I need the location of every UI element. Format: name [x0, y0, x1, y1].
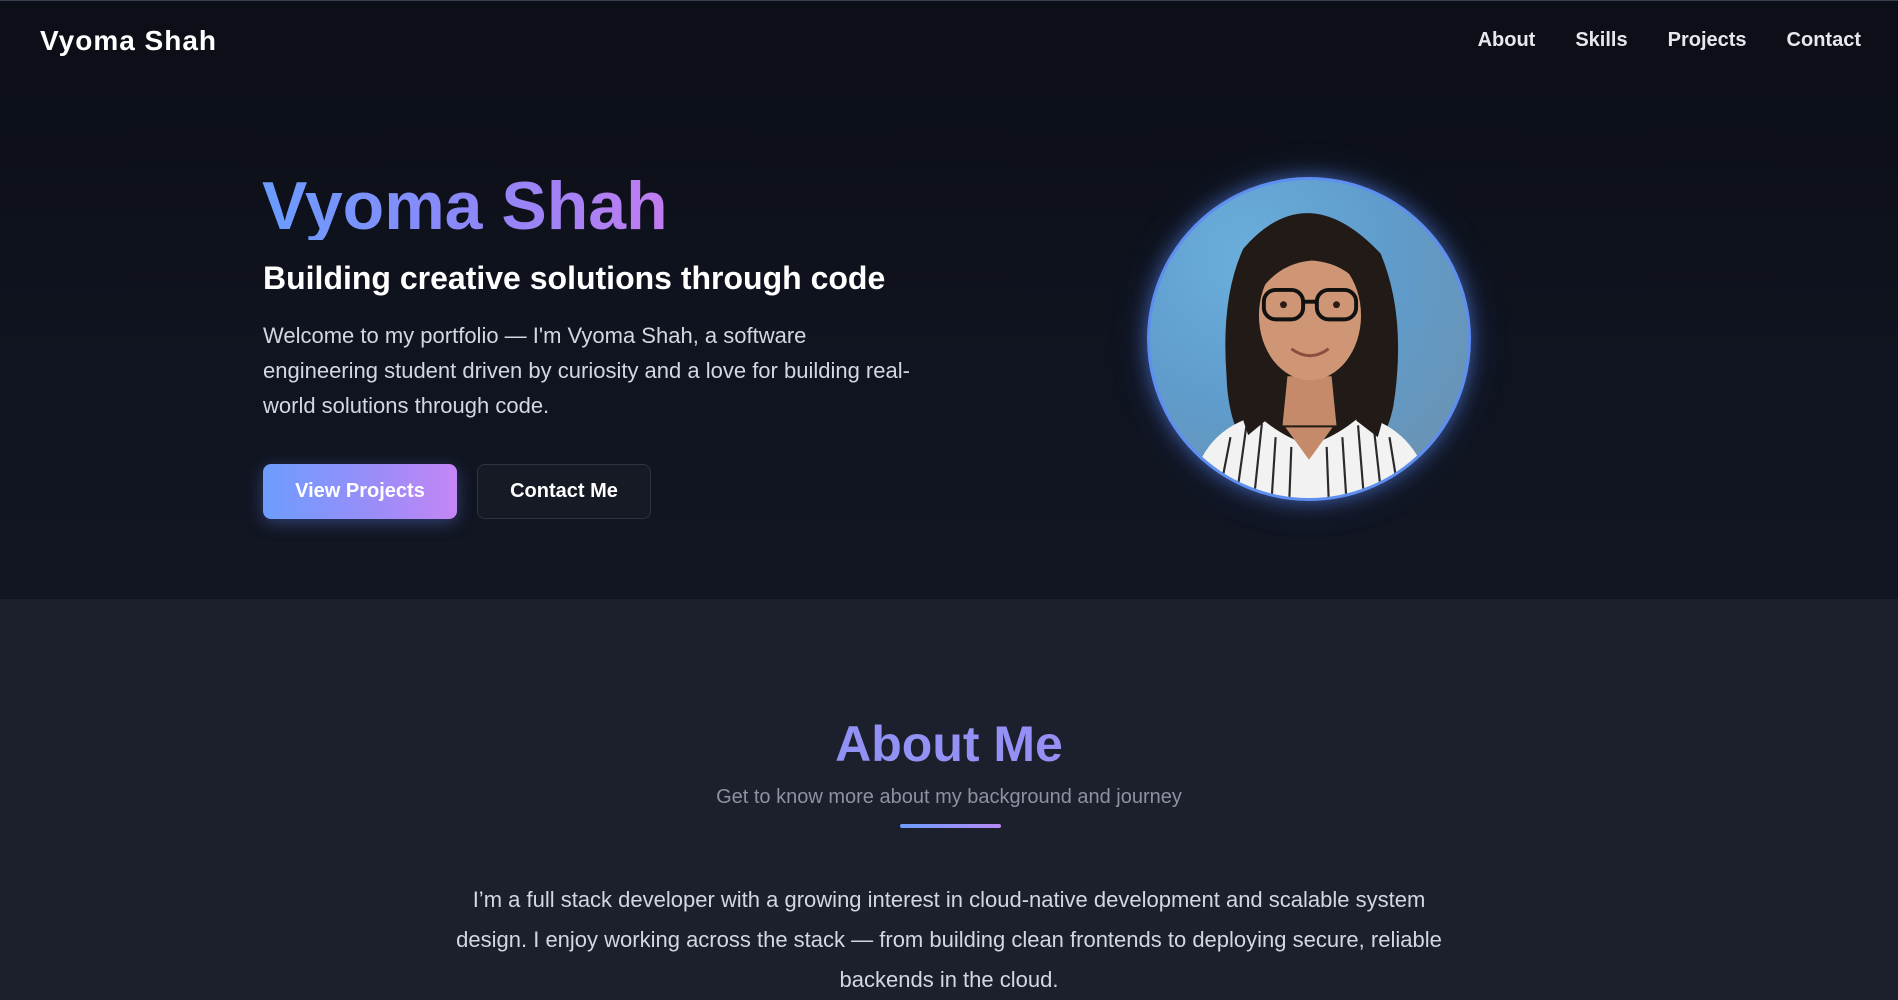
brand-logo[interactable]: Vyoma Shah	[40, 25, 217, 57]
nav-link-projects[interactable]: Projects	[1668, 29, 1747, 52]
view-projects-button[interactable]: View Projects	[263, 464, 457, 519]
nav-link-skills[interactable]: Skills	[1575, 29, 1627, 52]
about-text: I’m a full stack developer with a growin…	[456, 887, 1442, 992]
main-nav: About Skills Projects Contact	[1478, 29, 1861, 52]
hero-tagline: Building creative solutions through code	[263, 260, 886, 296]
hero-intro: Welcome to my portfolio — I'm Vyoma Shah…	[263, 323, 910, 418]
about-subtitle: Get to know more about my background and…	[716, 786, 1182, 808]
hero-section: Vyoma Shah Building creative solutions t…	[0, 80, 1898, 599]
about-section: About Me Get to know more about my backg…	[0, 599, 1898, 992]
about-divider	[900, 824, 1001, 828]
about-title: About Me	[0, 719, 1898, 769]
site-header: Vyoma Shah About Skills Projects Contact	[0, 1, 1898, 80]
person-portrait-icon	[1189, 213, 1433, 498]
contact-me-button[interactable]: Contact Me	[477, 464, 651, 519]
nav-link-contact[interactable]: Contact	[1787, 29, 1861, 52]
hero-name: Vyoma Shah	[262, 168, 668, 244]
profile-photo	[1147, 177, 1471, 501]
nav-link-about[interactable]: About	[1478, 29, 1536, 52]
